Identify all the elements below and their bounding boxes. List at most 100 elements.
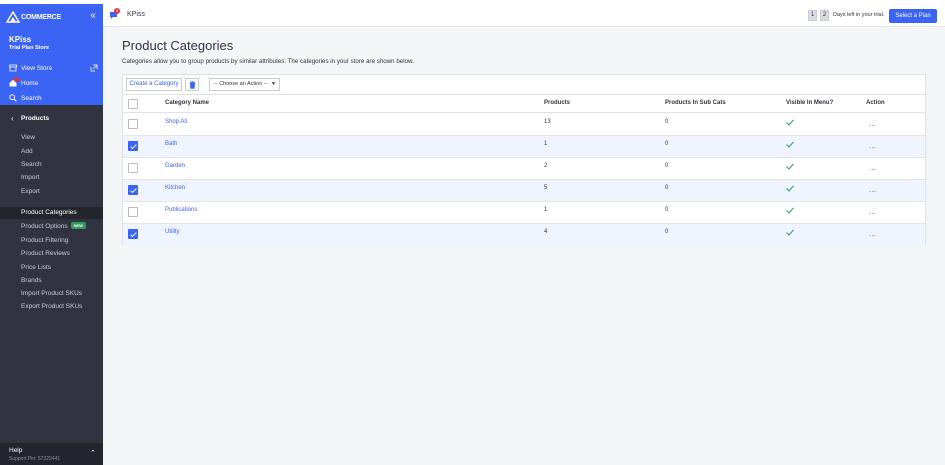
row-actions-icon[interactable]: ...	[869, 121, 876, 128]
table-row: Shop All 13 0 ...	[123, 114, 925, 136]
logo-text: COMMERCE	[21, 13, 62, 21]
visible-checkmark-icon	[786, 229, 794, 236]
select-plan-button[interactable]: Select a Plan	[889, 9, 937, 23]
help-panel[interactable]: Help Support Pin: 57322441 ⌃	[0, 443, 103, 465]
products-count: 5	[544, 185, 548, 191]
row-actions-icon[interactable]: ...	[869, 165, 876, 172]
sidebar-item-import-product-skus[interactable]: Import Product SKUs	[21, 288, 82, 300]
category-name-link[interactable]: Publications	[165, 207, 197, 213]
sidebar-item-export-product-skus[interactable]: Export Product SKUs	[21, 301, 82, 313]
notification-count-badge: 3	[114, 8, 120, 14]
home-notification-badge	[14, 77, 19, 82]
storefront-icon	[9, 64, 17, 72]
store-plan: Trial Plan Store	[9, 45, 50, 51]
visible-checkmark-icon	[786, 207, 794, 214]
sidebar-item-price-lists[interactable]: Price Lists	[21, 262, 51, 274]
top-bar: 3 KPiss 1 2 Days left in your trial. Sel…	[103, 4, 945, 27]
categories-panel: Create a Category -- Choose an Action --…	[122, 74, 926, 246]
table-row: Utility 4 0 ...	[123, 224, 925, 246]
new-badge: NEW	[70, 222, 86, 229]
visible-checkmark-icon	[786, 185, 794, 192]
column-header[interactable]: Products In Sub Cats	[665, 100, 726, 106]
category-name-link[interactable]: Kitchen	[165, 185, 185, 191]
collapse-sidebar-icon[interactable]: «	[88, 10, 98, 22]
row-actions-icon[interactable]: ...	[869, 143, 876, 150]
sidebar-item-add[interactable]: Add	[21, 146, 33, 158]
chevron-up-icon[interactable]: ⌃	[90, 449, 96, 457]
trial-days-text: Days left in your trial.	[833, 12, 885, 18]
choose-action-select[interactable]: -- Choose an Action -- ▼	[209, 78, 280, 91]
sidebar-item-view[interactable]: View	[21, 132, 35, 144]
delete-button[interactable]	[185, 78, 199, 91]
sidebar-link-view-store[interactable]: View Store	[9, 62, 52, 74]
table-header: Category Name Products Products In Sub C…	[123, 95, 925, 113]
trial-days-digit: 1	[808, 10, 817, 21]
products-count: 13	[544, 119, 551, 125]
sidebar-item-brands[interactable]: Brands	[21, 275, 42, 287]
row-checkbox[interactable]	[128, 119, 138, 129]
chevron-down-icon: ▼	[271, 81, 276, 87]
category-name-link[interactable]: Utility	[165, 229, 180, 235]
trial-days-digit: 2	[820, 10, 829, 21]
visible-checkmark-icon	[786, 141, 794, 148]
sidebar-section-label: Products	[21, 115, 50, 122]
sidebar-header: COMMERCE « KPiss Trial Plan Store View S…	[0, 4, 103, 105]
sidebar-section-products[interactable]: ‹ Products	[0, 112, 103, 125]
sidebar-item-search[interactable]: Search	[21, 159, 42, 171]
chevron-left-icon: ‹	[11, 114, 14, 123]
help-label: Help	[9, 447, 23, 454]
category-name-link[interactable]: Shop All	[165, 119, 187, 125]
external-link-icon[interactable]	[90, 64, 98, 72]
column-header: Action	[866, 100, 885, 106]
visible-checkmark-icon	[786, 163, 794, 170]
sidebar-item-product-categories[interactable]: Product Categories	[0, 207, 103, 219]
sidebar-item-label: Product Options	[21, 223, 68, 230]
products-count: 2	[544, 163, 548, 169]
sidebar: COMMERCE « KPiss Trial Plan Store View S…	[0, 4, 103, 465]
row-checkbox[interactable]	[128, 163, 138, 173]
category-name-link[interactable]: Bath	[165, 141, 177, 147]
page-title: Product Categories	[122, 38, 234, 53]
store-name: KPiss	[9, 35, 32, 44]
row-actions-icon[interactable]: ...	[869, 231, 876, 238]
column-header[interactable]: Products	[544, 100, 570, 106]
sidebar-link-label: View Store	[21, 64, 53, 72]
page-description: Categories allow you to group products b…	[122, 58, 414, 65]
row-actions-icon[interactable]: ...	[869, 187, 876, 194]
bigcommerce-logo[interactable]: COMMERCE	[6, 11, 66, 23]
sidebar-item-product-filtering[interactable]: Product Filtering	[21, 235, 68, 247]
row-checkbox[interactable]	[128, 141, 138, 151]
choose-action-value: -- Choose an Action --	[214, 81, 268, 87]
subcat-products-count: 0	[665, 141, 669, 147]
subcat-products-count: 0	[665, 207, 669, 213]
create-category-button[interactable]: Create a Category	[126, 78, 182, 91]
search-icon	[9, 94, 17, 102]
products-count: 4	[544, 229, 548, 235]
subcat-products-count: 0	[665, 119, 669, 125]
category-name-link[interactable]: Garden	[165, 163, 185, 169]
sidebar-item-export[interactable]: Export	[21, 186, 40, 198]
row-actions-icon[interactable]: ...	[869, 209, 876, 216]
sidebar-item-import[interactable]: Import	[21, 172, 39, 184]
support-pin: Support Pin: 57322441	[9, 456, 61, 462]
select-all-checkbox[interactable]	[128, 99, 138, 109]
sidebar-item-product-reviews[interactable]: Product Reviews	[21, 248, 70, 260]
sidebar-item-product-options[interactable]: Product Options NEW	[21, 221, 86, 233]
subcat-products-count: 0	[665, 163, 669, 169]
column-header[interactable]: Category Name	[165, 100, 209, 106]
column-header[interactable]: Visible In Menu?	[786, 100, 833, 106]
products-count: 1	[544, 207, 548, 213]
table-toolbar: Create a Category -- Choose an Action --…	[123, 75, 925, 95]
row-checkbox[interactable]	[128, 229, 138, 239]
sidebar-link-search[interactable]: Search	[9, 92, 42, 104]
sidebar-link-label: Search	[21, 94, 42, 102]
logo-mark-icon	[6, 11, 21, 23]
row-checkbox[interactable]	[128, 185, 138, 195]
app-frame: COMMERCE « KPiss Trial Plan Store View S…	[0, 4, 945, 465]
trash-icon	[189, 80, 195, 89]
subcat-products-count: 0	[665, 229, 669, 235]
subcat-products-count: 0	[665, 185, 669, 191]
row-checkbox[interactable]	[128, 207, 138, 217]
table-row: Publications 1 0 ...	[123, 202, 925, 224]
visible-checkmark-icon	[786, 119, 794, 126]
